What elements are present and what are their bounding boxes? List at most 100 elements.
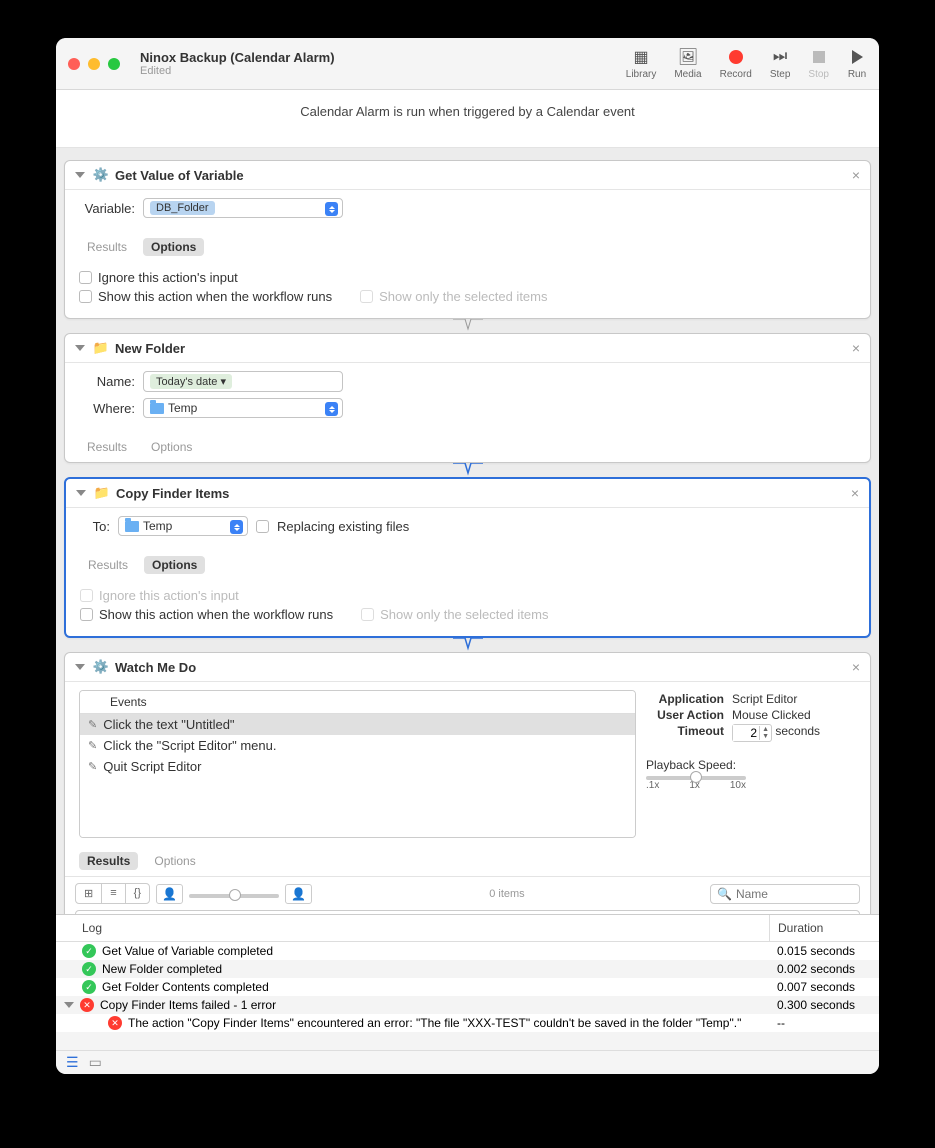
disclosure-icon[interactable]: [75, 664, 85, 670]
finder-icon: 📁: [94, 485, 110, 501]
name-field[interactable]: Today's date ▾: [143, 371, 343, 392]
select-arrows-icon: [230, 520, 243, 534]
success-icon: ✓: [82, 980, 96, 994]
record-button[interactable]: Record: [720, 47, 752, 80]
show-selected-checkbox: [361, 608, 374, 621]
action-new-folder[interactable]: 📁 New Folder × Name: Today's date ▾ Wher…: [64, 333, 871, 463]
media-icon: 🖼: [678, 47, 698, 67]
show-when-runs-checkbox[interactable]: [79, 290, 92, 303]
replace-existing-checkbox[interactable]: [256, 520, 269, 533]
icon-view-icon[interactable]: ⊞: [76, 884, 102, 903]
options-tab[interactable]: Options: [143, 438, 200, 456]
remove-action-button[interactable]: ×: [852, 659, 860, 675]
automator-window: Ninox Backup (Calendar Alarm) Edited ▦ L…: [56, 38, 879, 1074]
automator-action-icon: ⚙️: [93, 659, 109, 675]
show-selected-checkbox: [360, 290, 373, 303]
event-item[interactable]: ✎Quit Script Editor: [80, 756, 635, 777]
pen-icon: ✎: [88, 760, 97, 773]
variable-select[interactable]: DB_Folder: [143, 198, 343, 218]
finder-icon: 📁: [93, 340, 109, 356]
variables-icon[interactable]: ▭: [89, 1054, 102, 1071]
show-when-runs-checkbox[interactable]: [80, 608, 93, 621]
step-down-icon[interactable]: ▼: [760, 733, 771, 740]
remove-action-button[interactable]: ×: [851, 485, 859, 501]
library-icon: ▦: [631, 47, 651, 67]
stop-button[interactable]: Stop: [808, 47, 829, 80]
action-connector: [62, 638, 873, 652]
event-item[interactable]: ✎Click the "Script Editor" menu.: [80, 735, 635, 756]
minimize-window-button[interactable]: [88, 58, 100, 70]
disclosure-icon[interactable]: [75, 172, 85, 178]
error-icon: ✕: [80, 998, 94, 1012]
status-bar: ☰ ▭: [56, 1050, 879, 1074]
playback-speed-slider[interactable]: [646, 776, 746, 780]
remove-action-button[interactable]: ×: [852, 340, 860, 356]
search-icon: 🔍: [717, 887, 732, 901]
window-title: Ninox Backup (Calendar Alarm): [140, 50, 335, 65]
results-search[interactable]: 🔍: [710, 884, 860, 904]
results-tab[interactable]: Results: [79, 238, 135, 256]
options-tab[interactable]: Options: [146, 852, 203, 870]
results-tab[interactable]: Results: [79, 852, 138, 870]
success-icon: ✓: [82, 962, 96, 976]
success-icon: ✓: [82, 944, 96, 958]
select-arrows-icon: [325, 202, 338, 216]
automator-action-icon: ⚙️: [93, 167, 109, 183]
log-row[interactable]: ✓Get Value of Variable completed 0.015 s…: [56, 942, 879, 960]
action-get-variable[interactable]: ⚙️ Get Value of Variable × Variable: DB_…: [64, 160, 871, 319]
run-icon: [847, 47, 867, 67]
action-connector: [62, 319, 873, 333]
step-up-icon[interactable]: ▲: [760, 726, 771, 733]
options-tab[interactable]: Options: [143, 238, 204, 256]
event-item[interactable]: ✎Click the text "Untitled": [80, 714, 635, 735]
select-arrows-icon: [325, 402, 338, 416]
pen-icon: ✎: [88, 739, 97, 752]
remove-action-button[interactable]: ×: [852, 167, 860, 183]
workflow-description: Calendar Alarm is run when triggered by …: [56, 90, 879, 148]
window-controls: [68, 58, 120, 70]
person-icon[interactable]: 👤: [156, 884, 183, 904]
person-icon[interactable]: 👤: [285, 884, 312, 904]
events-list[interactable]: Events ✎Click the text "Untitled" ✎Click…: [79, 690, 636, 838]
to-select[interactable]: Temp: [118, 516, 248, 536]
media-button[interactable]: 🖼 Media: [674, 47, 701, 80]
folder-icon: [150, 403, 164, 414]
action-connector: [62, 463, 873, 477]
list-view-icon[interactable]: ≡: [102, 884, 125, 903]
options-tab[interactable]: Options: [144, 556, 205, 574]
results-tab[interactable]: Results: [80, 556, 136, 574]
disclosure-icon[interactable]: [75, 345, 85, 351]
log-row[interactable]: ✓New Folder completed 0.002 seconds: [56, 960, 879, 978]
pen-icon: ✎: [88, 718, 97, 731]
stop-icon: [809, 47, 829, 67]
library-button[interactable]: ▦ Library: [626, 47, 657, 80]
log-row[interactable]: ✓Get Folder Contents completed 0.007 sec…: [56, 978, 879, 996]
list-icon[interactable]: ☰: [66, 1054, 79, 1071]
action-watch-me-do[interactable]: ⚙️ Watch Me Do × Events ✎Click the text …: [64, 652, 871, 914]
disclosure-icon[interactable]: [64, 1002, 74, 1008]
step-icon: ⏭: [770, 47, 790, 67]
workflow-canvas: ⚙️ Get Value of Variable × Variable: DB_…: [56, 148, 879, 914]
record-icon: [726, 47, 746, 67]
zoom-window-button[interactable]: [108, 58, 120, 70]
step-button[interactable]: ⏭ Step: [770, 47, 791, 80]
ignore-input-checkbox: [80, 589, 93, 602]
results-tab[interactable]: Results: [79, 438, 135, 456]
action-copy-finder-items[interactable]: 📁 Copy Finder Items × To: Temp Replacing…: [64, 477, 871, 638]
folder-icon: [125, 521, 139, 532]
error-icon: ✕: [108, 1016, 122, 1030]
disclosure-icon[interactable]: [76, 490, 86, 496]
run-button[interactable]: Run: [847, 47, 867, 80]
timeout-stepper[interactable]: ▲▼: [732, 724, 772, 742]
where-select[interactable]: Temp: [143, 398, 343, 418]
log-row: [56, 1032, 879, 1050]
code-view-icon[interactable]: {}: [126, 884, 149, 903]
log-row[interactable]: ✕Copy Finder Items failed - 1 error 0.30…: [56, 996, 879, 1014]
ignore-input-checkbox[interactable]: [79, 271, 92, 284]
zoom-slider[interactable]: [189, 894, 279, 898]
log-panel: Log Duration ✓Get Value of Variable comp…: [56, 914, 879, 1050]
close-window-button[interactable]: [68, 58, 80, 70]
titlebar: Ninox Backup (Calendar Alarm) Edited ▦ L…: [56, 38, 879, 90]
log-row[interactable]: ✕The action "Copy Finder Items" encounte…: [56, 1014, 879, 1032]
view-mode-segment[interactable]: ⊞≡{}: [75, 883, 150, 904]
